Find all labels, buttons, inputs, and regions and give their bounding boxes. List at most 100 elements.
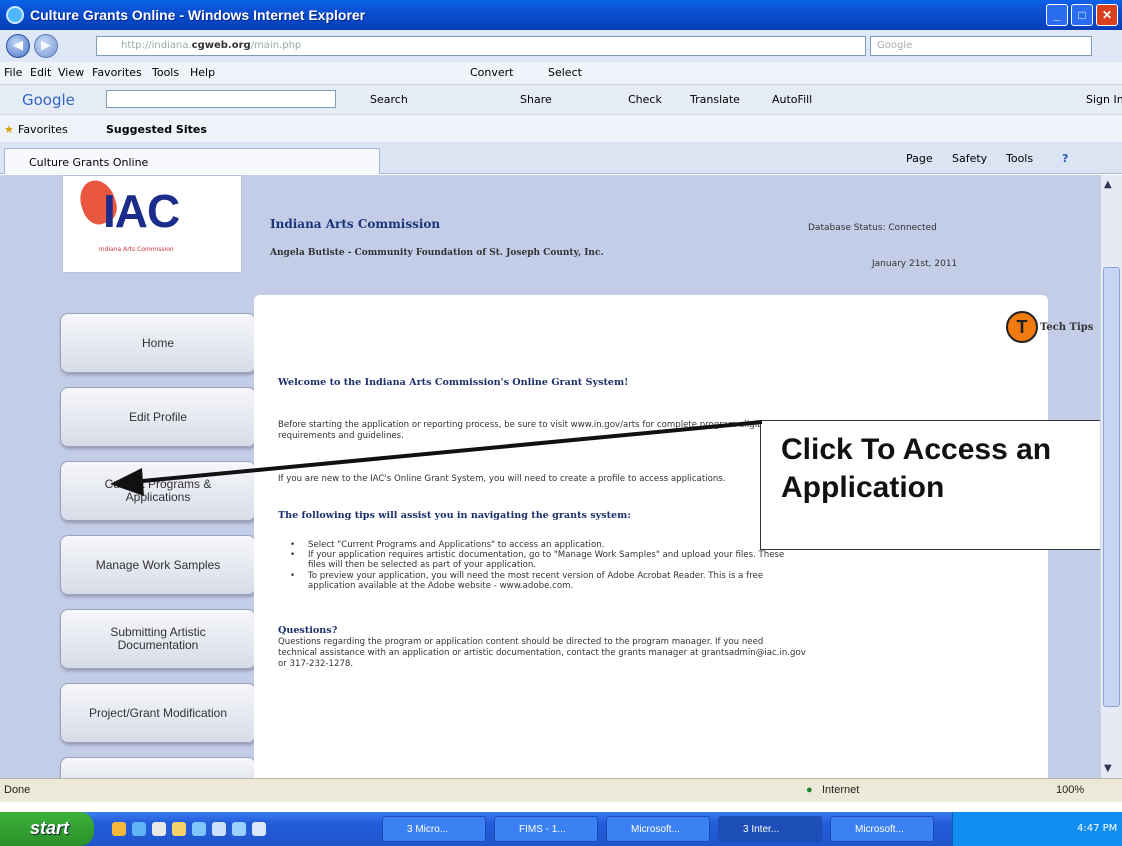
taskbar-item[interactable]: FIMS - 1...: [494, 816, 598, 842]
taskbar: start 3 Micro... FIMS - 1... Microsoft..…: [0, 812, 1122, 846]
nav-artistic-documentation-button[interactable]: Submitting Artistic Documentation: [60, 609, 256, 669]
nav-manage-work-samples-button[interactable]: Manage Work Samples: [60, 535, 256, 595]
taskbar-item[interactable]: 3 Micro...: [382, 816, 486, 842]
tip-item: If your application requires artistic do…: [308, 550, 785, 560]
menu-help[interactable]: Help: [190, 66, 215, 79]
help-icon[interactable]: ?: [1062, 152, 1068, 165]
url-suffix: /main.php: [250, 40, 302, 51]
quicklaunch-icon[interactable]: [192, 822, 206, 836]
quicklaunch-icon[interactable]: [132, 822, 146, 836]
nav-home-button[interactable]: Home: [60, 313, 256, 373]
questions-heading: Questions?: [278, 625, 338, 636]
tip-item: application available at the Adobe websi…: [308, 581, 574, 591]
tab-bar: Culture Grants Online Page Safety Tools …: [0, 142, 1122, 174]
favorites-bar: ★ Favorites Suggested Sites: [0, 114, 1122, 142]
tech-tips-link[interactable]: Tech Tips: [1040, 322, 1093, 333]
google-toolbar: Google Search Share Check Translate Auto…: [0, 84, 1122, 114]
google-search-input[interactable]: [106, 90, 336, 108]
annotation-callout: Click To Access an Application: [760, 420, 1122, 550]
logo-text: IAC: [103, 185, 180, 237]
safety-menu[interactable]: Safety: [952, 152, 987, 165]
check-button[interactable]: Check: [628, 93, 662, 106]
nav-more-button[interactable]: [60, 757, 256, 778]
title-bar[interactable]: Culture Grants Online - Windows Internet…: [0, 0, 1122, 30]
bullet-dot: •: [290, 540, 296, 550]
scroll-up-icon[interactable]: ▲: [1104, 179, 1112, 190]
quicklaunch-icon[interactable]: [252, 822, 266, 836]
ie-icon: [6, 6, 24, 24]
quicklaunch-icon[interactable]: [152, 822, 166, 836]
minimize-button[interactable]: _: [1046, 4, 1068, 26]
search-input[interactable]: Google: [870, 36, 1092, 56]
quicklaunch-icon[interactable]: [112, 822, 126, 836]
tip-item: Select "Current Programs and Application…: [308, 540, 605, 550]
org-title: Indiana Arts Commission: [270, 217, 441, 231]
maximize-button[interactable]: □: [1071, 4, 1093, 26]
tab-culture-grants[interactable]: Culture Grants Online: [4, 148, 380, 174]
menu-bar: File Edit View Favorites Tools Help Conv…: [0, 62, 1122, 84]
iac-logo[interactable]: IAC Indiana Arts Commission: [62, 175, 242, 273]
intro-text-line2: requirements and guidelines.: [278, 431, 404, 441]
nav-edit-profile-button[interactable]: Edit Profile: [60, 387, 256, 447]
tools-menu[interactable]: Tools: [1006, 152, 1033, 165]
scrollbar-thumb[interactable]: [1103, 267, 1120, 707]
page-menu[interactable]: Page: [906, 152, 933, 165]
tip-item: files will then be selected as part of y…: [308, 560, 537, 570]
menu-favorites[interactable]: Favorites: [92, 66, 142, 79]
close-button[interactable]: ✕: [1096, 4, 1118, 26]
taskbar-item[interactable]: 3 Inter...: [718, 816, 822, 842]
ie-window: Culture Grants Online - Windows Internet…: [0, 0, 1122, 846]
share-button[interactable]: Share: [520, 93, 552, 106]
bullet-dot: •: [290, 550, 296, 560]
menu-edit[interactable]: Edit: [30, 66, 51, 79]
vertical-scrollbar[interactable]: ▲ ▼: [1100, 175, 1122, 778]
window-title: Culture Grants Online - Windows Internet…: [30, 7, 366, 23]
database-status: Database Status: Connected: [808, 223, 937, 233]
callout-line1: Click To Access an: [781, 433, 1052, 466]
questions-text-line: or 317-232-1278.: [278, 659, 354, 669]
bullet-dot: •: [290, 571, 296, 581]
select-button[interactable]: Select: [548, 66, 582, 79]
welcome-heading: Welcome to the Indiana Arts Commission's…: [278, 377, 629, 388]
user-name: Angela Butiste - Community Foundation of…: [270, 248, 604, 258]
menu-view[interactable]: View: [58, 66, 84, 79]
tech-tips-icon[interactable]: T: [1006, 311, 1038, 343]
url-prefix: http://indiana.: [121, 40, 192, 51]
status-bar: Done ● Internet 100%: [0, 778, 1122, 802]
translate-button[interactable]: Translate: [690, 93, 740, 106]
favorites-button[interactable]: Favorites: [18, 123, 68, 136]
quicklaunch-icon[interactable]: [172, 822, 186, 836]
forward-button[interactable]: ▶: [34, 34, 58, 58]
convert-button[interactable]: Convert: [470, 66, 514, 79]
url-input[interactable]: http://indiana.cgweb.org/main.php: [96, 36, 866, 56]
zoom-level[interactable]: 100%: [1056, 784, 1084, 796]
star-icon: ★: [4, 123, 14, 136]
menu-file[interactable]: File: [4, 66, 22, 79]
signin-button[interactable]: Sign In: [1086, 93, 1122, 106]
google-brand: Google: [22, 91, 75, 109]
start-button[interactable]: start: [0, 812, 94, 846]
tips-heading: The following tips will assist you in na…: [278, 510, 631, 521]
new-user-text: If you are new to the IAC's Online Grant…: [278, 474, 726, 484]
address-bar: ◀ ▶ http://indiana.cgweb.org/main.php Go…: [0, 30, 1122, 62]
nav-current-programs-button[interactable]: Current Programs & Applications: [60, 461, 256, 521]
google-search-button[interactable]: Search: [370, 93, 408, 106]
clock[interactable]: 4:47 PM: [1077, 823, 1117, 834]
menu-tools[interactable]: Tools: [152, 66, 179, 79]
current-date: January 21st, 2011: [872, 259, 958, 269]
suggested-sites-button[interactable]: Suggested Sites: [106, 123, 207, 136]
back-button[interactable]: ◀: [6, 34, 30, 58]
taskbar-item[interactable]: Microsoft...: [606, 816, 710, 842]
status-text: Done: [4, 784, 31, 796]
taskbar-item[interactable]: Microsoft...: [830, 816, 934, 842]
security-zone: Internet: [822, 784, 860, 796]
questions-text-line: technical assistance with an application…: [278, 648, 806, 658]
autofill-button[interactable]: AutoFill: [772, 93, 812, 106]
system-tray: 4:47 PM: [952, 812, 1122, 846]
logo-subtext: Indiana Arts Commission: [99, 246, 174, 253]
scroll-down-icon[interactable]: ▼: [1104, 763, 1112, 774]
quicklaunch-icon[interactable]: [212, 822, 226, 836]
nav-project-modification-button[interactable]: Project/Grant Modification: [60, 683, 256, 743]
quicklaunch-icon[interactable]: [232, 822, 246, 836]
tip-item: To preview your application, you will ne…: [308, 571, 764, 581]
